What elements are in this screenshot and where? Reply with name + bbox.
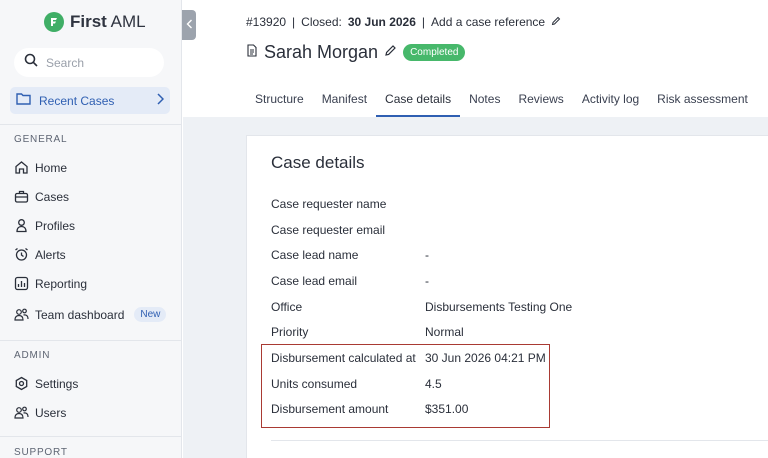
tab-notes[interactable]: Notes	[460, 86, 509, 117]
sidebar-item-label: Profiles	[35, 218, 76, 233]
team-icon	[14, 307, 29, 322]
document-icon	[246, 43, 258, 62]
pencil-icon[interactable]	[551, 15, 561, 29]
tab-bar: Structure Manifest Case details Notes Re…	[246, 86, 757, 117]
person-icon	[14, 218, 29, 233]
detail-label: Case requester email	[271, 223, 386, 237]
case-meta: #13920 | Closed: 30 Jun 2026 | Add a cas…	[246, 15, 561, 29]
sidebar-item-label: Reporting	[35, 276, 88, 291]
sidebar-item-profiles[interactable]: Profiles	[14, 218, 75, 233]
sidebar-item-alerts[interactable]: Alerts	[14, 247, 66, 262]
detail-label: Case lead email	[271, 274, 358, 288]
detail-label: Case lead name	[271, 248, 359, 262]
users-icon	[14, 405, 29, 420]
detail-value: Normal	[425, 325, 464, 339]
sidebar-item-label: Settings	[35, 376, 79, 391]
sidebar-item-label: Team dashboard	[35, 307, 125, 322]
sidebar-item-reporting[interactable]: Reporting	[14, 276, 87, 291]
detail-label: Priority	[271, 325, 309, 339]
case-title-row: Sarah Morgan Completed	[246, 42, 466, 63]
closed-date: 30 Jun 2026	[347, 15, 416, 29]
disbursement-highlight-box	[261, 344, 550, 428]
tab-manifest[interactable]: Manifest	[313, 86, 376, 117]
recent-cases-button[interactable]: Recent Cases	[10, 87, 170, 114]
sidebar: First AML Search Recent Cases GENERAL Ho…	[0, 0, 182, 458]
detail-row: Case lead name -	[271, 248, 429, 262]
sidebar-item-label: Cases	[35, 189, 70, 204]
section-title-general: GENERAL	[14, 134, 68, 145]
folder-icon	[16, 92, 31, 110]
divider	[0, 340, 182, 341]
sidebar-item-label: Home	[35, 160, 68, 175]
tab-activity-log[interactable]: Activity log	[573, 86, 648, 117]
divider	[271, 440, 768, 441]
detail-label: Case requester name	[271, 197, 387, 211]
brand-name: First AML	[70, 12, 146, 31]
sidebar-item-settings[interactable]: Settings	[14, 376, 78, 391]
alarm-icon	[14, 247, 29, 262]
sidebar-item-team-dashboard[interactable]: Team dashboard New	[14, 307, 167, 322]
recent-cases-label: Recent Cases	[39, 93, 115, 108]
page-title: Sarah Morgan	[264, 42, 379, 62]
home-icon	[14, 160, 29, 175]
sidebar-item-home[interactable]: Home	[14, 160, 67, 175]
tab-risk-assessment[interactable]: Risk assessment	[648, 86, 757, 117]
divider	[0, 436, 182, 437]
detail-label: Office	[271, 300, 303, 314]
status-badge: Completed	[403, 44, 466, 61]
detail-row: Case lead email -	[271, 274, 429, 288]
detail-row: Case requester name	[271, 197, 425, 211]
search-placeholder: Search	[46, 55, 85, 70]
separator: |	[292, 15, 296, 29]
case-details-card: Case details Case requester name Case re…	[246, 135, 768, 458]
chevron-left-icon	[186, 16, 193, 34]
sidebar-item-cases[interactable]: Cases	[14, 189, 69, 204]
sidebar-item-label: Users	[35, 405, 67, 420]
card-title: Case details	[271, 153, 365, 172]
detail-value: -	[425, 248, 429, 262]
search-icon	[24, 53, 38, 72]
detail-value: Disbursements Testing One	[425, 300, 573, 314]
edit-name-icon[interactable]	[384, 44, 397, 62]
sidebar-item-users[interactable]: Users	[14, 405, 66, 420]
new-badge: New	[134, 307, 167, 322]
tab-reviews[interactable]: Reviews	[509, 86, 572, 117]
divider	[0, 124, 182, 125]
section-title-support: SUPPORT	[14, 447, 68, 458]
section-title-admin: ADMIN	[14, 350, 51, 361]
tab-case-details[interactable]: Case details	[376, 86, 461, 117]
collapse-sidebar-button[interactable]	[182, 10, 196, 40]
case-number: #13920	[246, 15, 287, 29]
separator: |	[421, 15, 426, 29]
gear-icon	[14, 376, 29, 391]
detail-row: Case requester email	[271, 223, 425, 237]
add-case-reference-link[interactable]: Add a case reference	[431, 15, 545, 29]
search-input[interactable]: Search	[14, 48, 164, 77]
detail-value: -	[425, 274, 429, 288]
sidebar-item-label: Alerts	[35, 247, 66, 262]
chevron-right-icon	[156, 92, 165, 110]
logo-icon	[44, 12, 64, 32]
detail-row: Office Disbursements Testing One	[271, 300, 572, 314]
chart-icon	[14, 276, 29, 291]
briefcase-icon	[14, 189, 29, 204]
detail-row: Priority Normal	[271, 325, 464, 339]
brand-logo[interactable]: First AML	[44, 12, 146, 32]
closed-label: Closed:	[301, 15, 342, 29]
tab-structure[interactable]: Structure	[246, 86, 313, 117]
